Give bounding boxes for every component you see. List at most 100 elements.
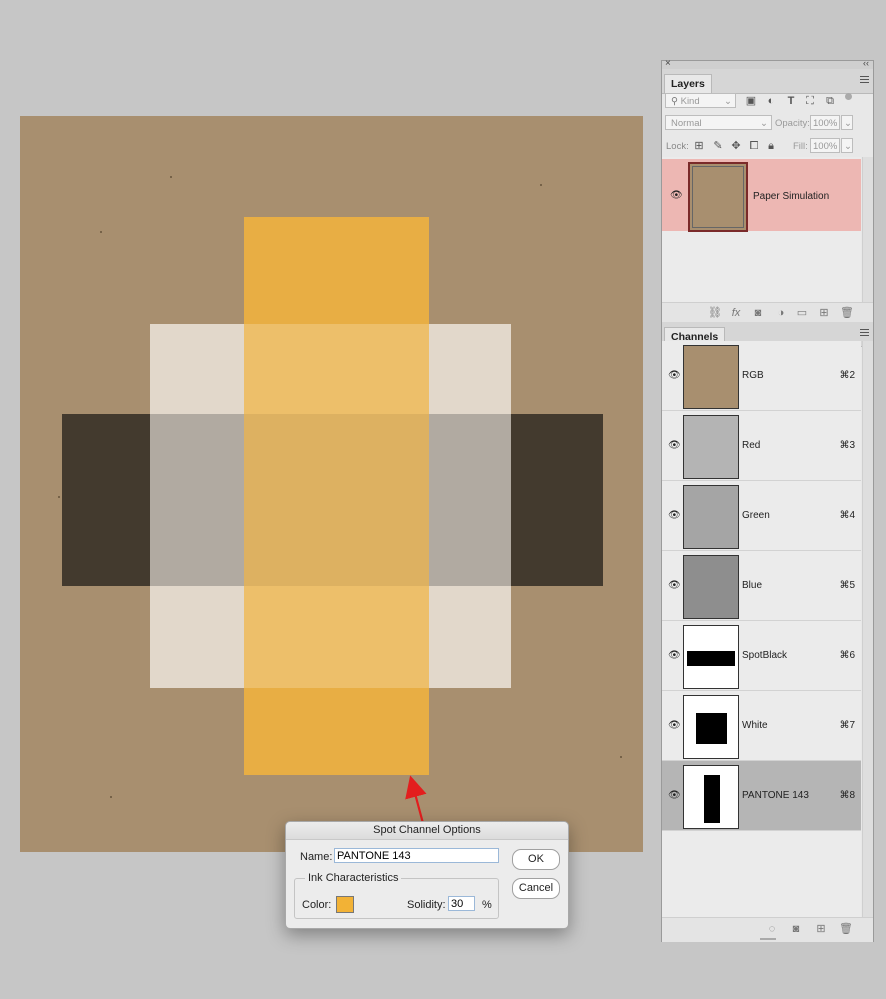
channels-footer: ◌ ◙ ⊞ 🗑︎ [662,917,873,942]
fill-field[interactable]: 100% [810,138,840,153]
channel-thumbnail [683,695,739,759]
shape-filter-icon[interactable]: ⛶ [804,95,816,107]
lock-position-icon[interactable]: ✥ [730,140,742,152]
new-channel-icon[interactable]: ⊞ [815,923,827,935]
solidity-label: Solidity: [407,899,446,911]
lock-label: Lock: [666,141,689,152]
adjustment-icon[interactable]: ◑ [775,307,787,319]
ink-characteristics-legend: Ink Characteristics [308,872,399,884]
visibility-eye-icon[interactable]: 👁︎ [668,721,681,731]
opacity-label: Opacity: [775,118,810,129]
filter-toggle-icon[interactable] [845,93,852,100]
channel-shortcut: ⌘3 [839,440,855,451]
ok-button[interactable]: OK [512,849,560,870]
chevron-down-icon: ⌄ [724,96,732,107]
load-selection-icon[interactable]: ◌ [766,923,778,935]
smart-object-filter-icon[interactable]: ⧉ [824,95,836,107]
channel-mask-shape [704,775,720,823]
folder-icon[interactable]: ▭ [796,307,808,319]
new-layer-icon[interactable]: ⊞ [818,307,830,319]
close-icon[interactable]: × [665,58,671,69]
trash-icon[interactable]: 🗑︎ [840,307,854,319]
channel-row[interactable]: 👁︎ Green ⌘4 [662,481,861,551]
lock-transparent-icon[interactable]: ⊞ [693,140,705,152]
panels-dock: × ‹‹ Layers ⚲ Kind ⌄ ▣ ◐ T ⛶ ⧉ Normal ⌄ … [661,58,874,942]
filter-kind-label: Kind [680,96,700,107]
channel-row[interactable]: 👁︎ RGB ⌘2 [662,341,861,411]
fx-icon[interactable]: fx [730,307,742,319]
channel-row[interactable]: 👁︎ White ⌘7 [662,691,861,761]
channel-shortcut: ⌘2 [839,370,855,381]
filter-kind-select[interactable]: ⚲ Kind ⌄ [665,93,736,108]
channel-row[interactable]: 👁︎ Blue ⌘5 [662,551,861,621]
layers-footer: ⛓︎ fx ◙ ◑ ▭ ⊞ 🗑︎ [662,302,873,323]
layer-row[interactable]: 👁︎ Paper Simulation [662,159,861,232]
opacity-field[interactable]: 100% [810,115,840,130]
mask-icon[interactable]: ◙ [752,307,764,319]
dialog-title: Spot Channel Options [286,822,568,840]
channel-name: White [742,720,768,731]
channel-thumbnail [683,345,739,409]
layers-tabbar: Layers [662,69,873,94]
pixel-filter-icon[interactable]: ▣ [745,95,757,107]
color-label: Color: [302,899,332,911]
channel-shortcut: ⌘6 [839,650,855,661]
ink-color-swatch[interactable] [336,896,354,913]
panel-menu-icon[interactable] [860,329,869,337]
channel-shortcut: ⌘4 [839,510,855,521]
layers-list: 👁︎ Paper Simulation [662,157,861,302]
channel-shortcut: ⌘8 [839,790,855,801]
lock-all-icon[interactable]: 🔒︎ [765,140,777,152]
channel-thumbnail [683,555,739,619]
channel-thumbnail [683,625,739,689]
fill-dropdown-icon[interactable]: ⌄ [841,138,853,153]
fill-label: Fill: [793,141,808,152]
visibility-eye-icon[interactable]: 👁︎ [668,511,681,521]
channel-row-selected[interactable]: 👁︎ PANTONE 143 ⌘8 [662,761,861,831]
layers-scrollbar[interactable] [862,157,873,302]
channel-shortcut: ⌘5 [839,580,855,591]
adjustment-filter-icon[interactable]: ◐ [765,95,777,107]
lock-artboard-icon[interactable]: ⧠ [748,140,760,152]
chevron-down-icon: ⌄ [760,118,768,129]
channel-row[interactable]: 👁︎ SpotBlack ⌘6 [662,621,861,691]
channel-thumbnail [683,485,739,549]
channel-row[interactable]: 👁︎ Red ⌘3 [662,411,861,481]
resize-grip[interactable] [760,938,776,940]
cancel-button[interactable]: Cancel [512,878,560,899]
link-icon[interactable]: ⛓︎ [708,307,722,319]
visibility-eye-icon[interactable]: 👁︎ [670,191,683,201]
layer-name: Paper Simulation [753,191,830,202]
channel-thumbnail [683,415,739,479]
channel-name: RGB [742,370,764,381]
visibility-eye-icon[interactable]: 👁︎ [668,371,681,381]
visibility-eye-icon[interactable]: 👁︎ [668,441,681,451]
visibility-eye-icon[interactable]: 👁︎ [668,651,681,661]
channel-shortcut: ⌘7 [839,720,855,731]
blend-mode-select[interactable]: Normal ⌄ [665,115,772,130]
channel-name: Red [742,440,761,451]
opacity-dropdown-icon[interactable]: ⌄ [841,115,853,130]
solidity-field[interactable] [448,896,475,911]
collapse-icon[interactable]: ‹‹ [863,58,869,68]
channel-name: Blue [742,580,763,591]
name-field[interactable] [334,848,499,863]
spot-channel-options-dialog: Spot Channel Options Name: Ink Character… [285,821,569,929]
channel-name: Green [742,510,770,521]
layer-thumbnail [688,162,748,232]
channels-scrollbar[interactable] [862,341,873,917]
channel-name: SpotBlack [742,650,788,661]
trash-icon[interactable]: 🗑︎ [839,923,853,935]
search-icon: ⚲ [671,96,678,107]
percent-label: % [482,899,492,911]
save-selection-icon[interactable]: ◙ [790,923,802,935]
channel-thumbnail [683,765,739,829]
type-filter-icon[interactable]: T [785,95,797,107]
tab-layers[interactable]: Layers [664,74,712,93]
blend-mode-label: Normal [671,118,702,129]
visibility-eye-icon[interactable]: 👁︎ [668,791,681,801]
lock-image-icon[interactable]: ✎ [712,140,724,152]
panel-menu-icon[interactable] [860,76,869,84]
visibility-eye-icon[interactable]: 👁︎ [668,581,681,591]
channel-name: PANTONE 143 [742,790,809,801]
